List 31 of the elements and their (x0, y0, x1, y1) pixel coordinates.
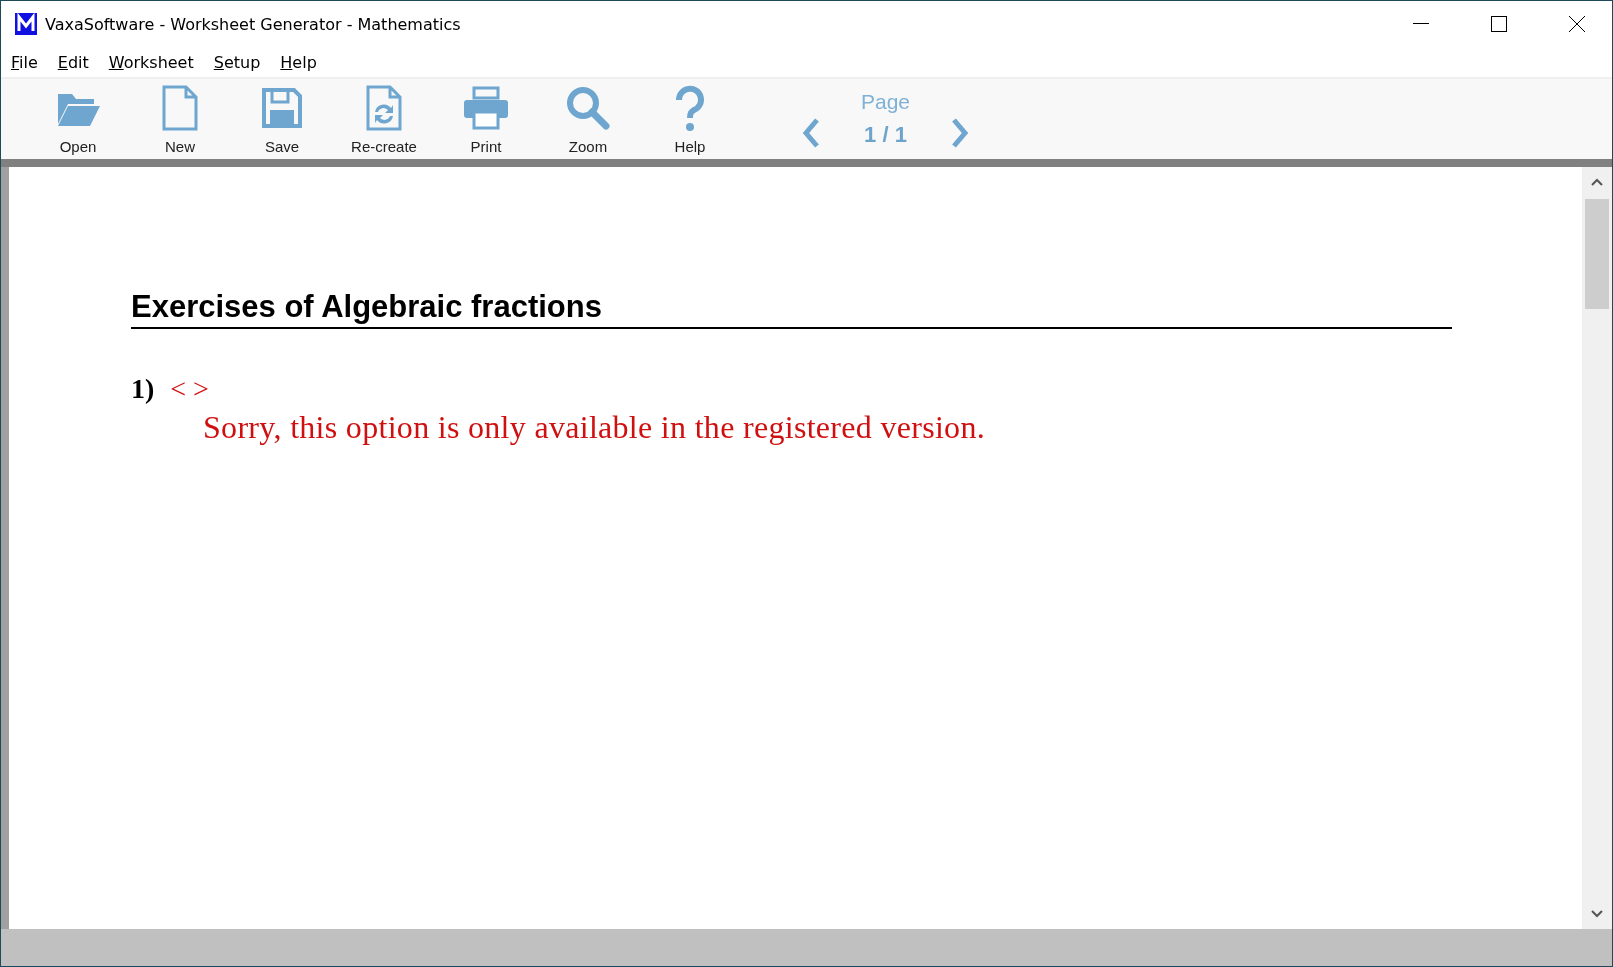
toolbar-button[interactable]: Zoom (537, 79, 639, 159)
next-page-button[interactable] (950, 117, 971, 149)
toolbar-button[interactable]: New (129, 79, 231, 159)
chevron-down-icon (1591, 910, 1603, 918)
registration-message: Sorry, this option is only available in the registered version. (203, 409, 986, 446)
menu-item[interactable]: Worksheet (108, 52, 194, 72)
window-title: VaxaSoftware - Worksheet Generator - Mathematics (45, 14, 462, 34)
toolbar-button[interactable]: Save (231, 79, 333, 159)
toolbar-button[interactable]: Open (27, 79, 129, 159)
exercise-number: 1) (131, 373, 155, 405)
menu-item[interactable]: File (11, 52, 38, 72)
menu-item[interactable]: Edit (57, 52, 89, 72)
worksheet-title: Exercises of Algebraic fractions (131, 289, 1452, 329)
previous-page-button[interactable] (801, 117, 821, 149)
scrollbar-thumb[interactable] (1585, 199, 1609, 309)
menu-item[interactable]: Setup (213, 52, 261, 72)
chevron-right-icon (950, 117, 971, 149)
exercise-expression: < > (170, 373, 209, 405)
menu-item[interactable]: Help (280, 52, 317, 72)
minimize-icon (1413, 23, 1429, 25)
app-logo-icon (15, 13, 37, 35)
chevron-left-icon (801, 117, 821, 149)
page-number: 1 / 1 (864, 122, 907, 148)
toolbar-button[interactable]: Print (435, 79, 537, 159)
maximize-icon (1491, 16, 1507, 32)
close-icon (1569, 16, 1585, 32)
chevron-up-icon (1591, 178, 1603, 186)
toolbar-button[interactable]: Help (639, 79, 741, 159)
vertical-scrollbar[interactable] (1582, 167, 1612, 929)
page-label: Page (861, 90, 911, 114)
toolbar-button[interactable]: Re-create (333, 79, 435, 159)
